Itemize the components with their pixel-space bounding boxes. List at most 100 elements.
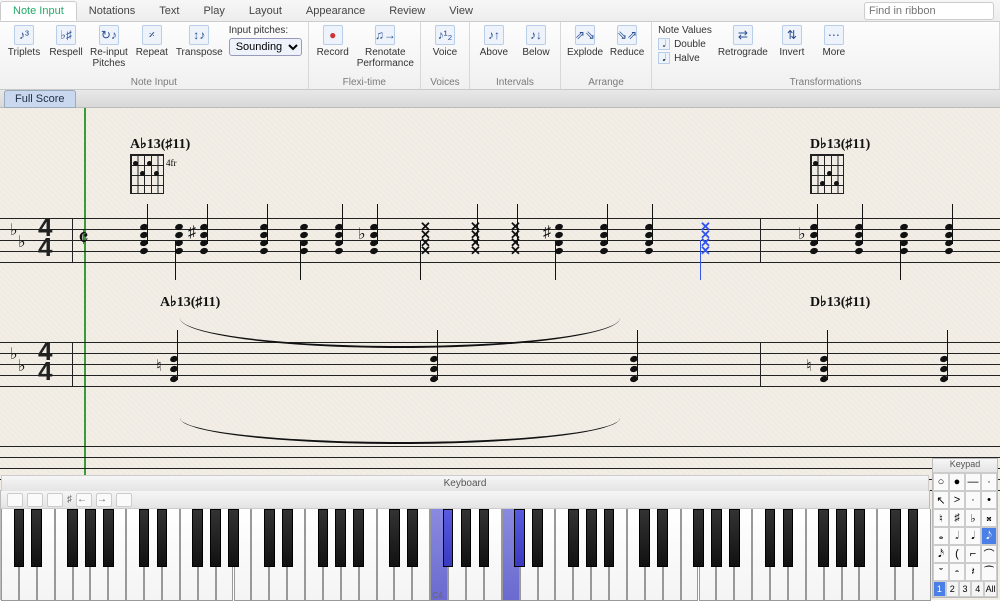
more-button[interactable]: ⋯More (816, 25, 852, 58)
black-key[interactable] (729, 509, 740, 567)
document-tab-full-score[interactable]: Full Score (4, 90, 76, 108)
repeat-button[interactable]: 𝄎Repeat (134, 25, 170, 58)
double-button[interactable]: 𝅗𝅥Double (658, 38, 712, 50)
tab-note-input[interactable]: Note Input (0, 1, 77, 21)
keypad-tab[interactable]: 3 (959, 581, 972, 597)
tab-notations[interactable]: Notations (77, 2, 147, 20)
black-key[interactable] (693, 509, 704, 567)
black-key[interactable] (318, 509, 329, 567)
above-button[interactable]: ♪↑Above (476, 25, 512, 58)
black-key[interactable] (639, 509, 650, 567)
black-key[interactable] (836, 509, 847, 567)
black-key[interactable] (818, 509, 829, 567)
black-key[interactable] (854, 509, 865, 567)
keypad-tab[interactable]: 4 (971, 581, 984, 597)
black-key[interactable] (353, 509, 364, 567)
keypad-cell[interactable]: ♭ (965, 509, 981, 527)
retrograde-button[interactable]: ⇄Retrograde (718, 25, 768, 58)
x-notehead[interactable]: ✕ (510, 248, 521, 254)
black-key[interactable] (389, 509, 400, 567)
black-key[interactable] (139, 509, 150, 567)
keypad-cell[interactable]: 𝅘𝅥𝅮 (981, 527, 997, 545)
black-key[interactable] (443, 509, 454, 567)
black-key[interactable] (479, 509, 490, 567)
black-key[interactable] (908, 509, 919, 567)
keypad-tab[interactable]: 1 (933, 581, 946, 597)
black-key[interactable] (157, 509, 168, 567)
invert-button[interactable]: ⇅Invert (774, 25, 810, 58)
keypad-cell[interactable]: ○ (933, 473, 949, 491)
x-notehead[interactable]: ✕ (700, 248, 711, 254)
black-key[interactable] (890, 509, 901, 567)
keypad-cell[interactable]: ( (949, 545, 965, 563)
keypad-tab[interactable]: All (984, 581, 997, 597)
reduce-button[interactable]: ⇘⇗Reduce (609, 25, 645, 58)
keyboard-tool[interactable] (47, 493, 63, 507)
black-key[interactable] (210, 509, 221, 567)
keypad-cell[interactable]: 𝄽 (965, 563, 981, 581)
black-key[interactable] (711, 509, 722, 567)
x-notehead[interactable]: ✕ (420, 248, 431, 254)
tab-play[interactable]: Play (191, 2, 236, 20)
black-key[interactable] (31, 509, 42, 567)
reinput-pitches-button[interactable]: ↻♪Re-input Pitches (90, 25, 128, 69)
keyboard-nav-left[interactable]: ← (76, 493, 92, 507)
black-key[interactable] (103, 509, 114, 567)
transpose-button[interactable]: ↕♪Transpose (176, 25, 223, 58)
black-key[interactable] (192, 509, 203, 567)
keypad-cell[interactable]: 𝄪 (981, 509, 997, 527)
tab-text[interactable]: Text (147, 2, 191, 20)
tab-layout[interactable]: Layout (237, 2, 294, 20)
keypad-cell[interactable]: 𝄼 (949, 563, 965, 581)
respell-button[interactable]: ♭♯Respell (48, 25, 84, 58)
keypad-cell[interactable]: 𝅝 (933, 527, 949, 545)
keyboard-tool[interactable] (116, 493, 132, 507)
tab-appearance[interactable]: Appearance (294, 2, 377, 20)
black-key[interactable] (532, 509, 543, 567)
keyboard-tool[interactable] (7, 493, 23, 507)
black-key[interactable] (783, 509, 794, 567)
keyboard-tool[interactable] (27, 493, 43, 507)
keypad-cell[interactable]: — (965, 473, 981, 491)
tab-view[interactable]: View (437, 2, 485, 20)
tab-review[interactable]: Review (377, 2, 437, 20)
keypad-cell[interactable]: > (949, 491, 965, 509)
black-key[interactable] (604, 509, 615, 567)
black-key[interactable] (586, 509, 597, 567)
keypad-cell[interactable]: ⌒ (981, 545, 997, 563)
below-button[interactable]: ♪↓Below (518, 25, 554, 58)
x-notehead[interactable]: ✕ (470, 248, 481, 254)
black-key[interactable] (14, 509, 25, 567)
black-key[interactable] (264, 509, 275, 567)
keypad-cell[interactable]: ♯ (949, 509, 965, 527)
keypad-cell[interactable]: ● (949, 473, 965, 491)
keypad-cell[interactable]: 𝅗𝅥 (949, 527, 965, 545)
keypad-cell[interactable]: • (981, 491, 997, 509)
black-key[interactable] (461, 509, 472, 567)
black-key[interactable] (85, 509, 96, 567)
ribbon-search-input[interactable] (864, 2, 994, 20)
voice-button[interactable]: ♪¹₂Voice (427, 25, 463, 58)
keypad-cell[interactable]: ⁀ (981, 563, 997, 581)
black-key[interactable] (228, 509, 239, 567)
black-key[interactable] (407, 509, 418, 567)
black-key[interactable] (282, 509, 293, 567)
keypad-cell[interactable]: ♮ (933, 509, 949, 527)
black-key[interactable] (514, 509, 525, 567)
black-key[interactable] (335, 509, 346, 567)
input-pitches-select[interactable]: Sounding (229, 38, 302, 56)
keypad-cell[interactable]: · (981, 473, 997, 491)
black-key[interactable] (657, 509, 668, 567)
keypad-cell[interactable]: ↖ (933, 491, 949, 509)
black-key[interactable] (765, 509, 776, 567)
halve-button[interactable]: 𝅘𝅥Halve (658, 52, 712, 64)
keypad-cell[interactable]: 𝄻 (933, 563, 949, 581)
keypad-cell[interactable]: 𝅘𝅥 (965, 527, 981, 545)
keyboard-nav-right[interactable]: → (96, 493, 112, 507)
renotate-button[interactable]: ♫→Renotate Performance (357, 25, 414, 69)
keypad-cell[interactable]: 𝅘𝅥𝅯 (933, 545, 949, 563)
keypad-tab[interactable]: 2 (946, 581, 959, 597)
explode-button[interactable]: ⇗⇘Explode (567, 25, 603, 58)
black-key[interactable] (568, 509, 579, 567)
keypad-cell[interactable]: ⌐ (965, 545, 981, 563)
